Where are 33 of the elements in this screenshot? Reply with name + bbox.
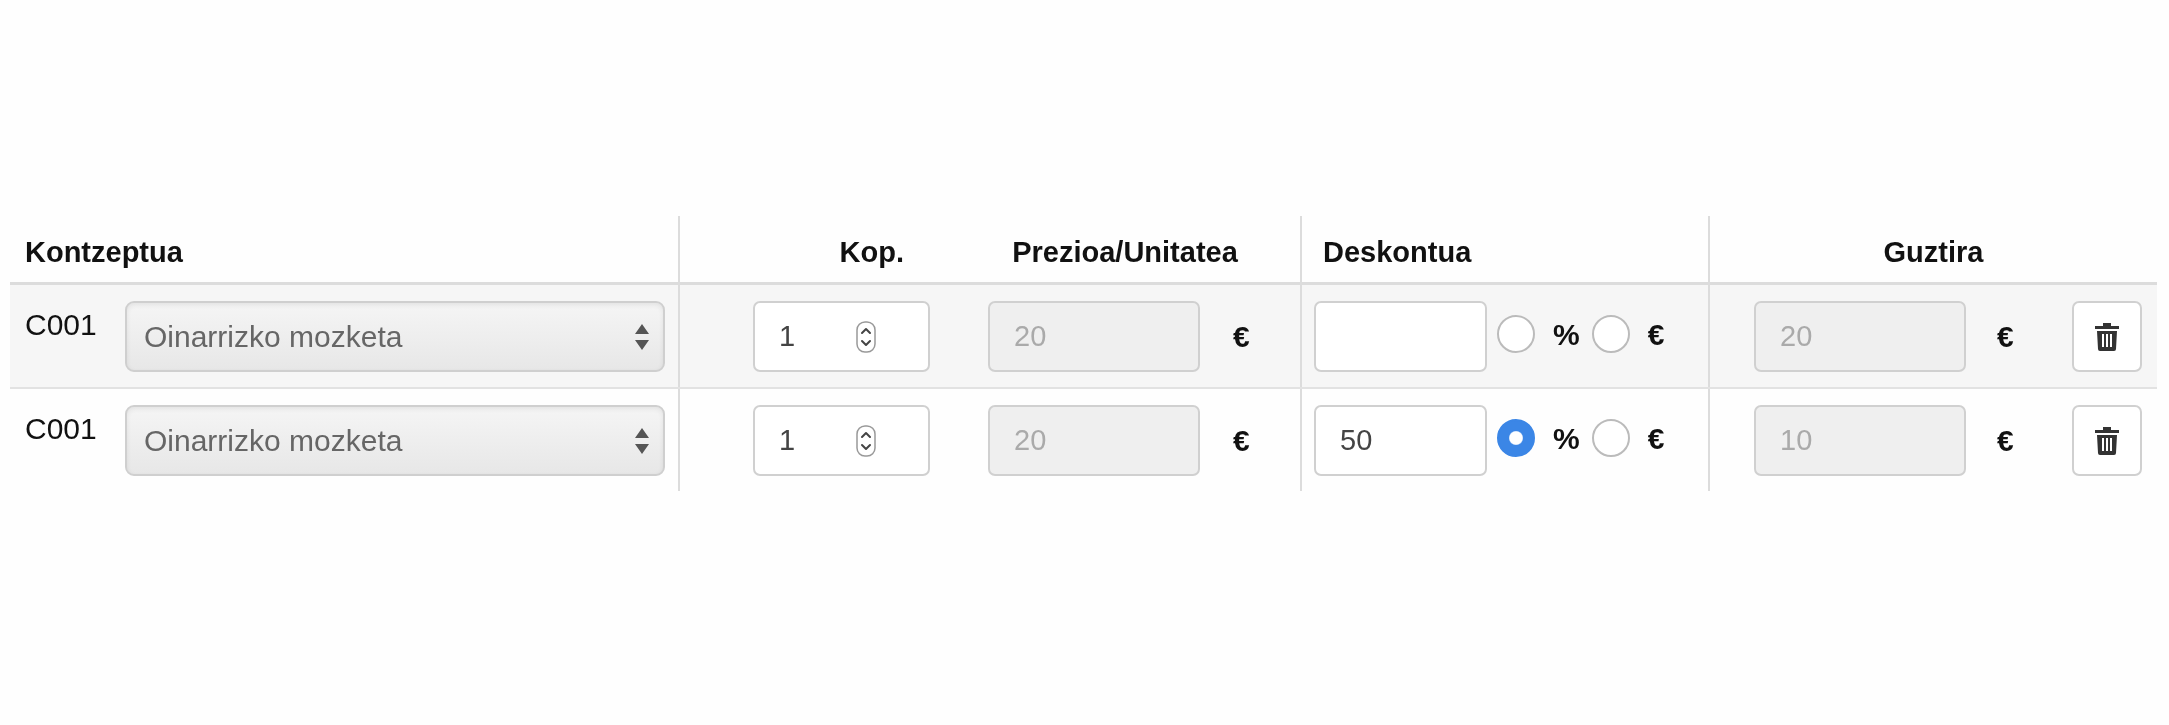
concept-select[interactable]: Oinarrizko mozketa (125, 301, 665, 372)
radio-label[interactable]: % (1553, 317, 1580, 352)
stepper-icon (856, 320, 876, 353)
radio-button[interactable] (1591, 314, 1630, 353)
concept-code: C001 (25, 411, 98, 447)
radio-button[interactable] (1497, 418, 1535, 457)
quantity-field[interactable]: 1 (753, 405, 930, 476)
radio-label[interactable]: € (1647, 317, 1665, 352)
radio-label[interactable]: % (1553, 421, 1580, 456)
radio-label[interactable]: € (1647, 421, 1665, 456)
radio-button[interactable] (1591, 418, 1630, 457)
currency-label: € (1233, 319, 1250, 354)
select-arrows-icon (635, 323, 649, 350)
discount-field[interactable]: 50 (1314, 405, 1487, 476)
delete-button[interactable] (2071, 301, 2142, 372)
stepper-icon (856, 424, 876, 457)
currency-label: € (1233, 423, 1250, 458)
column-header: Deskontua (1323, 235, 1472, 270)
delete-button[interactable] (2071, 405, 2142, 476)
trash-icon (2094, 322, 2119, 351)
discount-field[interactable] (1314, 301, 1487, 372)
select-arrows-icon (635, 427, 649, 454)
trash-icon (2094, 426, 2119, 455)
quantity-field[interactable]: 1 (753, 301, 930, 372)
column-header: Guztira (1883, 235, 1984, 270)
concept-code: C001 (25, 307, 98, 343)
column-header: Prezioa/Unitatea (1012, 235, 1238, 270)
currency-label: € (1997, 423, 2014, 458)
radio-button[interactable] (1497, 314, 1535, 353)
column-header: Kop. (839, 235, 904, 270)
concept-select[interactable]: Oinarrizko mozketa (125, 405, 665, 476)
currency-label: € (1997, 319, 2014, 354)
column-header: Kontzeptua (25, 235, 183, 270)
